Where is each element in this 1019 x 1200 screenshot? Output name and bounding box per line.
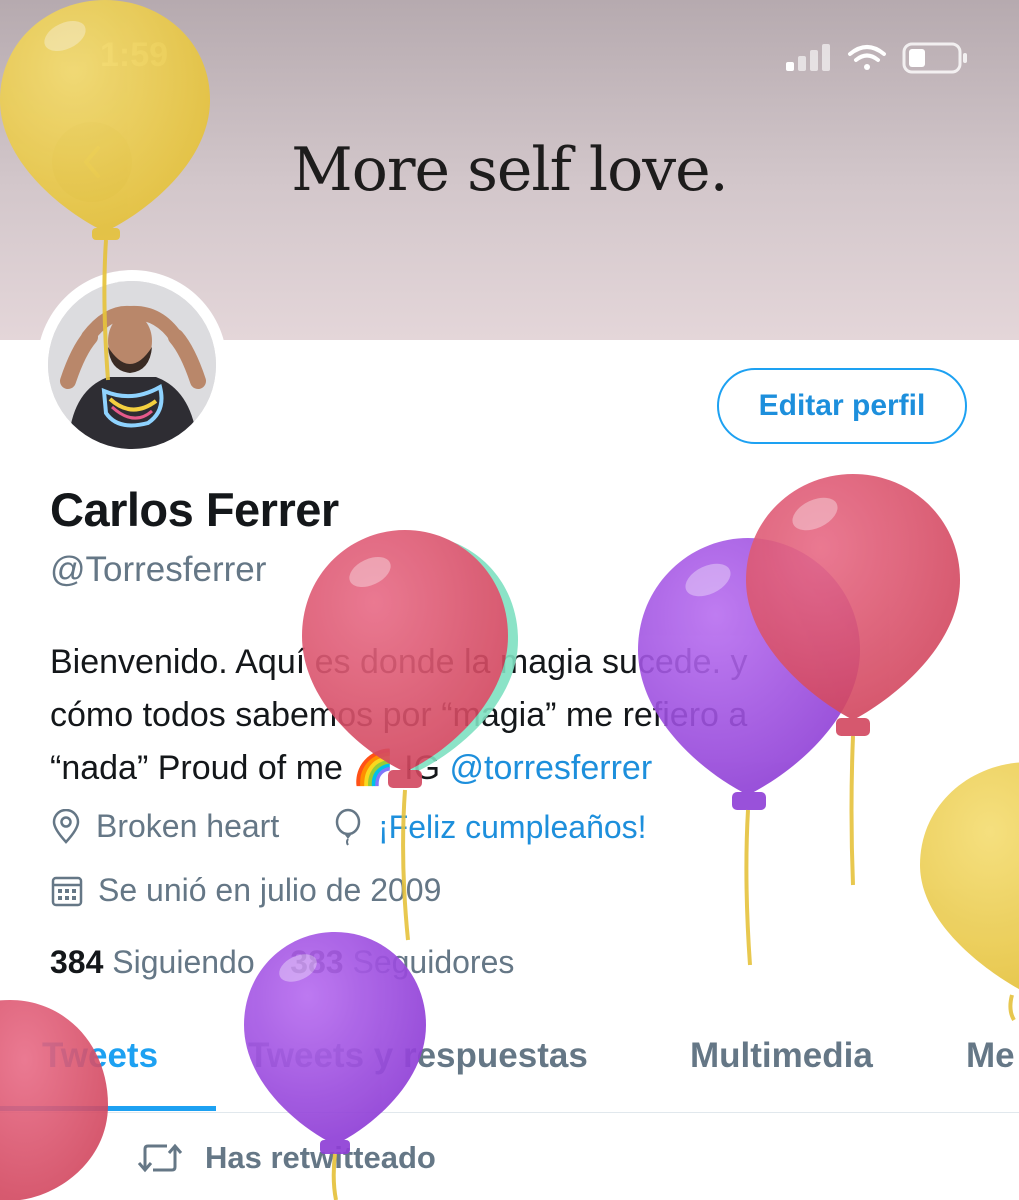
retweet-label: Has retwitteado: [205, 1140, 436, 1175]
battery-icon: [902, 42, 967, 74]
instagram-mention-link[interactable]: @torresferrer: [450, 749, 653, 787]
joined-text: Se unió en julio de 2009: [98, 872, 442, 908]
edit-profile-button[interactable]: Editar perfil: [717, 368, 967, 444]
status-time: 1:59: [100, 36, 169, 74]
location-text: Broken heart: [96, 808, 280, 844]
joined-row: Se unió en julio de 2009: [50, 872, 441, 909]
birthday-text[interactable]: ¡Feliz cumpleaños!: [378, 809, 647, 846]
followers-count: 383: [290, 944, 344, 980]
tab-media[interactable]: Multimedia: [690, 1036, 873, 1076]
followers-label: Seguidores: [352, 944, 515, 980]
avatar-photo: [48, 281, 216, 449]
profile-tabs: Tweets Tweets y respuestas Multimedia Me: [0, 1030, 1019, 1113]
calendar-icon: [50, 874, 84, 908]
banner-text: More self love.: [291, 135, 728, 205]
balloon-yellow-right: [920, 762, 1019, 1022]
profile-bio: Bienvenido. Aquí es donde la magia suced…: [50, 636, 950, 795]
birthday-row: ¡Feliz cumpleaños!: [332, 808, 647, 846]
status-icons: [780, 38, 970, 78]
tab-tweets-replies[interactable]: Tweets y respuestas: [248, 1036, 588, 1076]
chevron-left-icon: [84, 146, 100, 178]
profile-name: Carlos Ferrer: [50, 483, 339, 536]
tab-likes[interactable]: Me: [966, 1036, 1015, 1076]
bio-line: “nada” Proud of me 🌈 IG @torresferrer: [50, 742, 950, 795]
followers-link[interactable]: 383 Seguidores: [290, 944, 514, 980]
profile-stats: 384 Siguiendo 383 Seguidores: [50, 944, 514, 981]
following-count: 384: [50, 944, 104, 980]
following-link[interactable]: 384 Siguiendo: [50, 944, 255, 980]
bio-line: Bienvenido. Aquí es donde la magia suced…: [50, 643, 748, 681]
wifi-icon: [848, 45, 886, 70]
location-row: Broken heart: [50, 808, 279, 845]
cellular-signal-icon: [786, 44, 830, 71]
active-tab-indicator: [0, 1106, 216, 1111]
tab-tweets[interactable]: Tweets: [42, 1036, 158, 1076]
bio-line: cómo todos sabemos por “magia” me refier…: [50, 696, 748, 734]
following-label: Siguiendo: [112, 944, 255, 980]
bio-text: “nada” Proud of me 🌈 IG: [50, 749, 450, 787]
balloon-icon: [332, 808, 364, 846]
location-pin-icon: [50, 808, 82, 845]
retweet-icon: [137, 1141, 183, 1175]
back-button[interactable]: [52, 122, 132, 202]
retweet-context: Has retwitteado: [137, 1140, 436, 1176]
avatar[interactable]: [37, 270, 227, 460]
profile-handle: @Torresferrer: [50, 550, 267, 589]
